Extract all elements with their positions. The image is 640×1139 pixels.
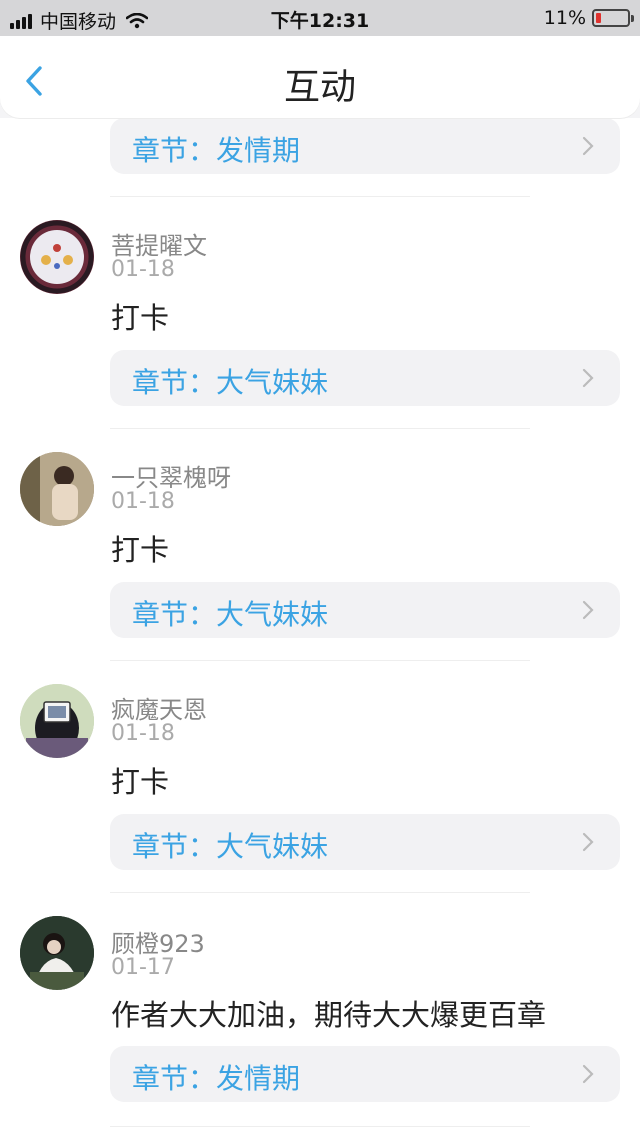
page-title: 互动 <box>283 67 356 108</box>
divider <box>110 892 530 893</box>
avatar-image-icon <box>20 220 94 294</box>
chapter-label: 章节：发情期 <box>132 1062 301 1095</box>
interaction-feed: 章节：发情期 菩提曜文 01-18 打卡 章节：大气妹妹 一只翠槐呀 01-18… <box>0 118 640 1139</box>
comment-date: 01-18 <box>111 257 175 282</box>
divider <box>110 660 530 661</box>
username: 菩提曜文 <box>111 232 207 260</box>
avatar[interactable] <box>20 452 94 526</box>
status-right: 11% <box>543 7 634 29</box>
divider <box>110 1126 530 1127</box>
chevron-right-icon <box>582 368 594 388</box>
comment-text: 打卡 <box>111 301 170 335</box>
chapter-label: 章节：大气妹妹 <box>132 830 329 863</box>
avatar[interactable] <box>20 220 94 294</box>
chapter-label: 章节：发情期 <box>132 134 301 167</box>
chapter-link[interactable]: 章节：大气妹妹 <box>110 350 620 406</box>
avatar-image-icon <box>20 684 94 758</box>
chapter-link[interactable]: 章节：发情期 <box>110 1046 620 1102</box>
username: 顾橙923 <box>111 930 205 958</box>
comment-date: 01-18 <box>111 489 175 514</box>
chapter-link[interactable]: 章节：大气妹妹 <box>110 582 620 638</box>
nav-bar: 互动 <box>0 36 640 118</box>
battery-fill <box>596 13 601 23</box>
chevron-right-icon <box>582 1064 594 1084</box>
username: 疯魔天恩 <box>111 696 207 724</box>
avatar[interactable] <box>20 916 94 990</box>
comment-text: 作者大大加油，期待大大爆更百章 <box>111 998 547 1032</box>
chevron-right-icon <box>582 600 594 620</box>
comment-text: 打卡 <box>111 533 170 567</box>
chapter-link[interactable]: 章节：发情期 <box>110 118 620 174</box>
comment-text: 打卡 <box>111 765 170 799</box>
username: 一只翠槐呀 <box>111 464 231 492</box>
battery-percent: 11% <box>543 7 586 29</box>
chevron-right-icon <box>582 832 594 852</box>
divider <box>110 428 530 429</box>
chapter-label: 章节：大气妹妹 <box>132 598 329 631</box>
avatar[interactable] <box>20 684 94 758</box>
chapter-link[interactable]: 章节：大气妹妹 <box>110 814 620 870</box>
chapter-label: 章节：大气妹妹 <box>132 366 329 399</box>
comment-date: 01-18 <box>111 721 175 746</box>
divider <box>110 196 530 197</box>
battery-icon <box>592 9 634 27</box>
chevron-right-icon <box>582 136 594 156</box>
status-bar: 中国移动 下午12:31 11% <box>0 0 640 36</box>
avatar-image-icon <box>20 452 94 526</box>
comment-date: 01-17 <box>111 955 175 980</box>
avatar-image-icon <box>20 916 94 990</box>
